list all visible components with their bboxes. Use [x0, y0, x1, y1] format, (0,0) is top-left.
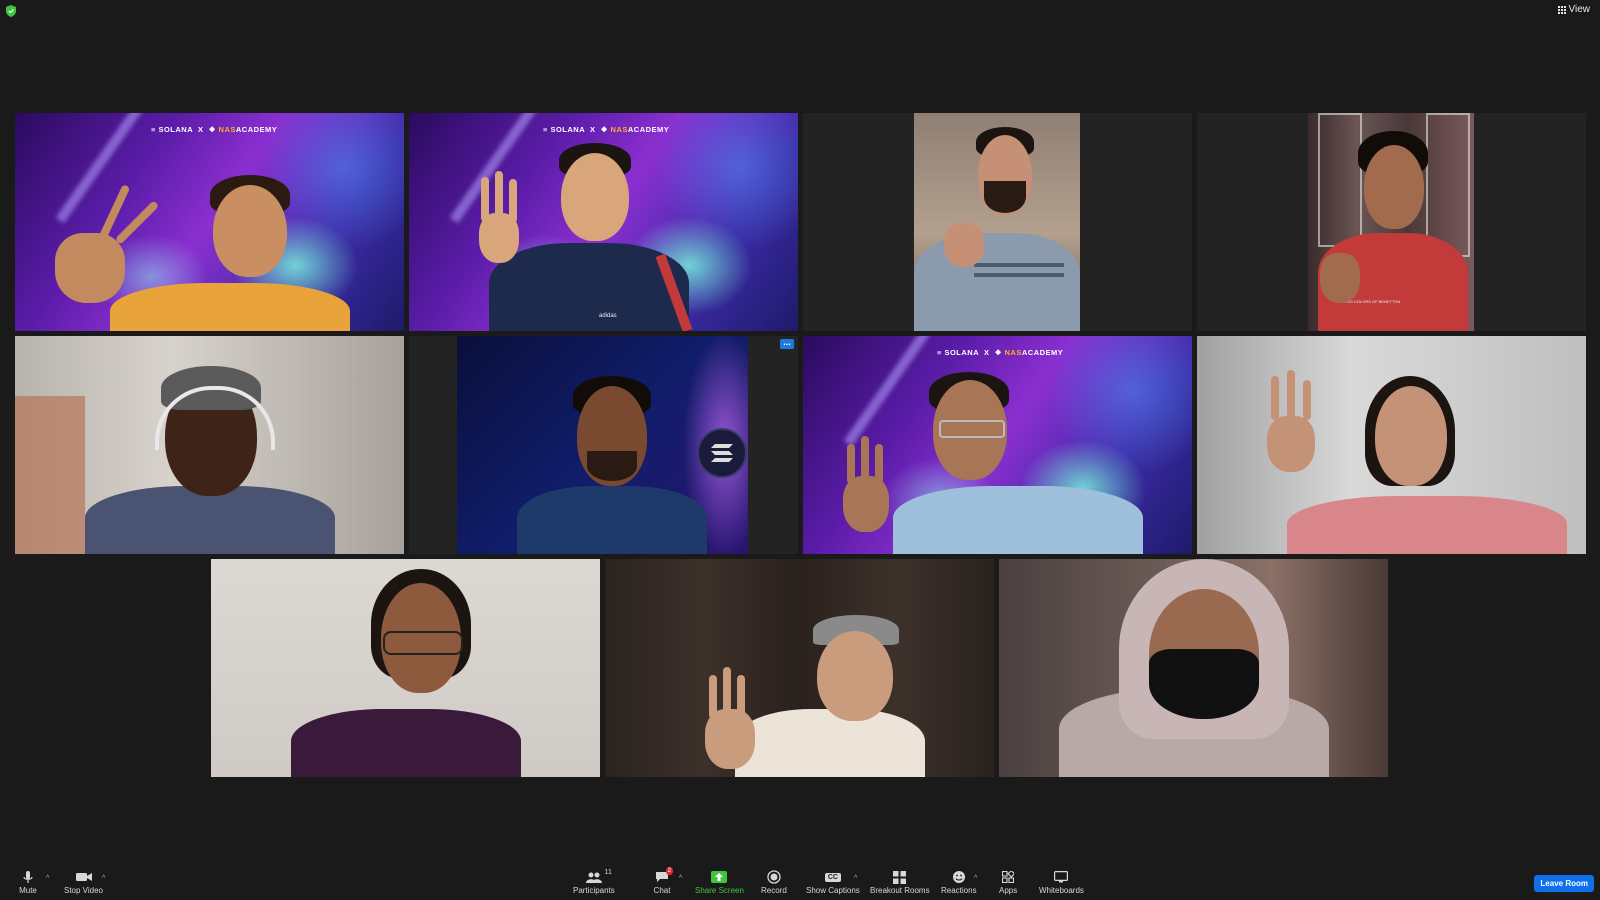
reactions-options-caret[interactable]: ^: [974, 875, 977, 882]
share-screen-label: Share Screen: [695, 886, 744, 895]
record-button[interactable]: Record: [761, 870, 787, 895]
reactions-button[interactable]: Reactions: [941, 870, 977, 895]
participant-tile-4[interactable]: UNITED COLORS OF BENETTON: [1197, 113, 1586, 331]
apps-button[interactable]: Apps: [999, 870, 1017, 895]
audio-options-caret[interactable]: ^: [46, 875, 49, 882]
chat-button[interactable]: 2 Chat: [653, 867, 673, 895]
closed-captions-icon: CC: [824, 872, 841, 882]
video-feed: ≡ SOLANA X ❖ NASACADEMY: [803, 336, 1192, 554]
solana-nasacademy-banner: ≡ SOLANA X ❖ NASACADEMY: [543, 125, 670, 134]
participant-count: 11: [604, 869, 612, 876]
whiteboards-label: Whiteboards: [1039, 886, 1084, 895]
security-shield-icon[interactable]: [6, 5, 16, 17]
shirt-logo: adidas: [599, 313, 617, 319]
show-captions-button[interactable]: CC Show Captions: [806, 870, 860, 895]
video-feed: UNITED COLORS OF BENETTON: [1308, 113, 1474, 331]
participants-button[interactable]: 11 Participants: [573, 869, 615, 895]
video-feed: ≡ SOLANA X ❖ NASACADEMY adidas: [409, 113, 798, 331]
solana-logo: [697, 428, 747, 478]
participant-tile-6[interactable]: ...: [409, 336, 798, 554]
stop-video-label: Stop Video: [64, 886, 103, 895]
mute-button[interactable]: Mute: [19, 870, 37, 895]
leave-room-button[interactable]: Leave Room: [1534, 875, 1594, 892]
apps-icon: [1002, 871, 1015, 883]
show-captions-label: Show Captions: [806, 886, 860, 895]
video-feed: [999, 559, 1388, 777]
video-camera-icon: [75, 873, 92, 881]
participant-tile-11[interactable]: [999, 559, 1388, 777]
share-screen-button[interactable]: Share Screen: [695, 870, 744, 895]
participant-tile-8[interactable]: [1197, 336, 1586, 554]
participant-tile-9[interactable]: [211, 559, 600, 777]
whiteboards-button[interactable]: Whiteboards: [1039, 870, 1084, 895]
record-label: Record: [761, 886, 787, 895]
participant-tile-7[interactable]: ≡ SOLANA X ❖ NASACADEMY: [803, 336, 1192, 554]
participants-icon: [585, 872, 602, 883]
video-feed: [211, 559, 600, 777]
participant-tile-3[interactable]: [803, 113, 1192, 331]
video-feed: [1197, 336, 1586, 554]
video-feed: ≡ SOLANA X ❖ NASACADEMY: [15, 113, 404, 331]
chat-unread-badge: 2: [665, 867, 673, 875]
video-feed: [15, 336, 404, 554]
participant-tile-10[interactable]: [605, 559, 994, 777]
reactions-label: Reactions: [941, 886, 977, 895]
video-feed: [457, 336, 748, 554]
apps-label: Apps: [999, 886, 1018, 895]
record-icon: [767, 870, 781, 884]
breakout-rooms-icon: [893, 870, 907, 884]
solana-icon: [711, 444, 733, 462]
participant-tile-1[interactable]: ≡ SOLANA X ❖ NASACADEMY: [15, 113, 404, 331]
breakout-rooms-button[interactable]: Breakout Rooms: [870, 870, 930, 895]
participant-tile-5[interactable]: [15, 336, 404, 554]
smiley-reactions-icon: [952, 871, 965, 883]
meeting-toolbar: Mute ^ Stop Video ^ 11 Participants 2 Ch…: [0, 866, 1600, 900]
share-screen-icon: [711, 871, 728, 883]
mute-label: Mute: [19, 886, 37, 895]
chat-label: Chat: [653, 886, 671, 895]
zoom-meeting-window: View ≡ SOLANA X ❖ NASACADEMY ≡ SOLANA X …: [0, 0, 1600, 900]
video-feed: [914, 113, 1080, 331]
view-button[interactable]: View: [1557, 4, 1591, 15]
video-feed: [605, 559, 994, 777]
whiteboard-icon: [1054, 871, 1069, 883]
top-bar: View: [0, 0, 1600, 22]
solana-nasacademy-banner: ≡ SOLANA X ❖ NASACADEMY: [151, 125, 278, 134]
grid-view-icon: [1557, 5, 1566, 14]
captions-options-caret[interactable]: ^: [854, 875, 857, 882]
stop-video-button[interactable]: Stop Video: [64, 870, 103, 895]
participant-tile-2-active-speaker[interactable]: ≡ SOLANA X ❖ NASACADEMY adidas: [409, 113, 798, 331]
chat-options-caret[interactable]: ^: [679, 875, 682, 882]
participants-label: Participants: [573, 886, 615, 895]
video-options-caret[interactable]: ^: [102, 875, 105, 882]
view-label: View: [1568, 4, 1591, 15]
more-options-button[interactable]: ...: [780, 338, 794, 349]
microphone-icon: [23, 870, 33, 883]
solana-nasacademy-banner: ≡ SOLANA X ❖ NASACADEMY: [937, 348, 1064, 357]
breakout-rooms-label: Breakout Rooms: [870, 886, 930, 895]
